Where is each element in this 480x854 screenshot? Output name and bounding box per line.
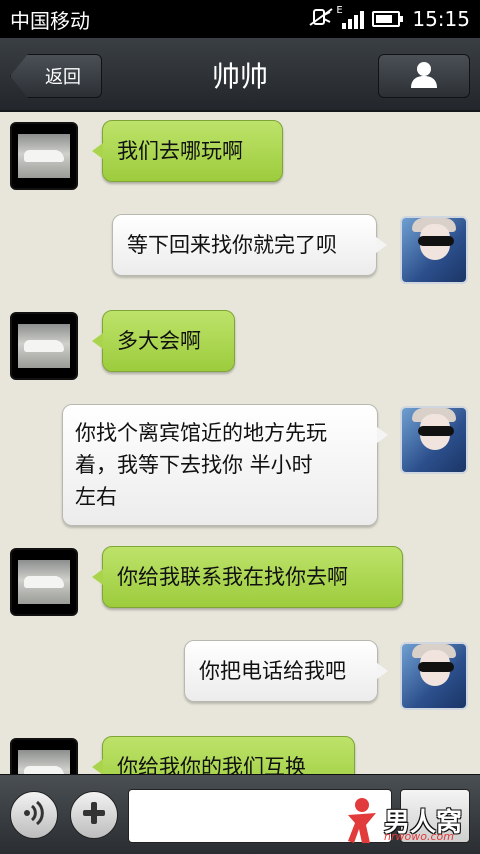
plus-icon (81, 800, 107, 830)
message-text: 多大会啊 (117, 329, 201, 353)
profile-button[interactable] (378, 54, 470, 98)
my-avatar[interactable] (400, 406, 468, 474)
incoming-message[interactable]: 我们去哪玩啊 (92, 120, 283, 182)
outgoing-message[interactable]: 你找个离宾馆近的地方先玩 着，我等下去找你 半小时 左右 (62, 404, 388, 526)
outgoing-message[interactable]: 等下回来找你就完了呗 (112, 214, 387, 276)
message-line: 你找个离宾馆近的地方先玩 (75, 421, 327, 445)
message-text: 等下回来找你就完了呗 (127, 233, 337, 257)
status-bar: 中国移动 E 15:15 (0, 0, 480, 38)
back-button[interactable]: 返回 (10, 54, 102, 98)
message-text: 你给我联系我在找你去啊 (117, 565, 348, 589)
message-line: 着，我等下去找你 半小时 (75, 453, 313, 477)
carrier-name: 中国移动 (10, 8, 90, 33)
network-type: E (336, 5, 343, 16)
battery-icon (372, 11, 404, 27)
contact-avatar[interactable] (10, 312, 78, 380)
my-avatar[interactable] (400, 216, 468, 284)
chat-area[interactable]: 我们去哪玩啊 等下回来找你就完了呗 多大会啊 你找个离宾馆近的地方先玩 着，我等… (0, 112, 480, 774)
back-button-label: 返回 (45, 67, 81, 88)
person-icon (409, 60, 439, 92)
voice-button[interactable] (10, 791, 58, 839)
signal-icon: E (336, 5, 365, 29)
message-text: 我们去哪玩啊 (117, 139, 243, 163)
title-bar: 返回 帅帅 (0, 38, 480, 112)
outgoing-message[interactable]: 你把电话给我吧 (184, 640, 388, 702)
battery-level (376, 15, 393, 23)
figure-icon (348, 798, 376, 843)
my-avatar[interactable] (400, 642, 468, 710)
chat-title: 帅帅 (211, 60, 268, 93)
watermark-domain: nrwowo.com (384, 830, 454, 843)
message-text: 你给我你的我们互换 (117, 755, 306, 774)
incoming-message[interactable]: 你给我联系我在找你去啊 (92, 546, 403, 608)
clock: 15:15 (412, 7, 470, 31)
contact-avatar[interactable] (10, 122, 78, 190)
message-text: 你把电话给我吧 (199, 659, 346, 683)
incoming-message[interactable]: 你给我你的我们互换 (92, 736, 355, 774)
voice-icon (20, 799, 48, 831)
mute-icon (308, 7, 334, 32)
status-icons: E 15:15 (308, 5, 470, 32)
contact-avatar[interactable] (10, 738, 78, 774)
incoming-message[interactable]: 多大会啊 (92, 310, 235, 372)
watermark-logo: 男人窝 nrwowo.com (344, 792, 474, 848)
contact-avatar[interactable] (10, 548, 78, 616)
add-button[interactable] (70, 791, 118, 839)
message-line: 左右 (75, 485, 117, 509)
